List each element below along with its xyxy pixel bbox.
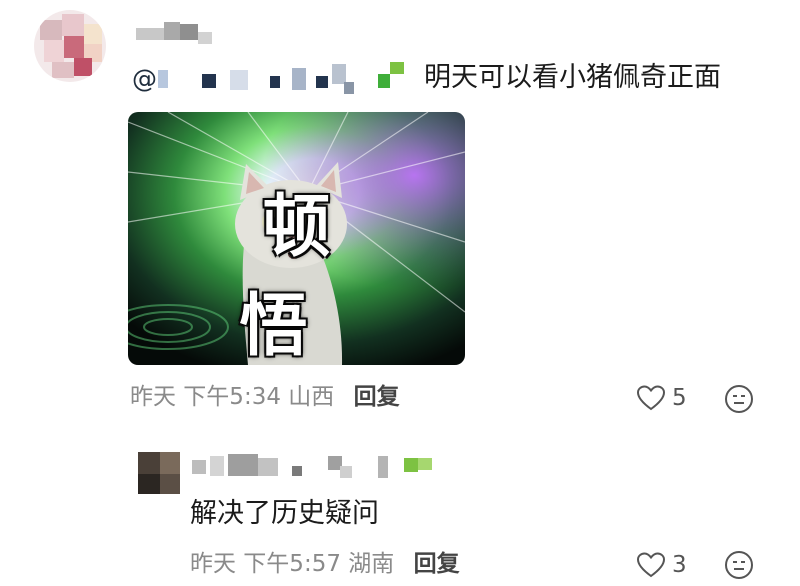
like-button[interactable]: 3 [636,549,687,581]
reply-button[interactable]: 回复 [414,551,460,577]
meme-image[interactable]: 顿 悟 [128,112,465,365]
timestamp: 昨天 下午5:57 [190,551,341,577]
location: 湖南 [348,551,395,577]
mention-tag[interactable]: @ [132,62,412,96]
neutral-face-icon[interactable] [724,550,754,584]
heart-icon [636,551,666,579]
location: 山西 [288,384,335,410]
neutral-face-icon[interactable] [724,384,754,418]
like-count: 3 [672,552,687,578]
mention-prefix: @ [132,64,157,93]
reply-button[interactable]: 回复 [354,384,400,410]
comment-meta: 昨天 下午5:57 湖南 回复 [190,549,460,579]
avatar[interactable] [34,10,106,82]
like-button[interactable]: 5 [636,382,687,414]
username[interactable] [136,18,220,50]
comment-text: 解决了历史疑问 [190,498,379,529]
timestamp: 昨天 下午5:34 [130,384,281,410]
heart-icon [636,384,666,412]
like-count: 5 [672,385,687,411]
meme-caption: 顿 悟 [239,188,377,365]
comment-text: 明天可以看小猪佩奇正面 [424,62,721,93]
avatar[interactable] [138,452,180,494]
username[interactable] [192,452,432,482]
comment-meta: 昨天 下午5:34 山西 回复 [130,382,400,412]
